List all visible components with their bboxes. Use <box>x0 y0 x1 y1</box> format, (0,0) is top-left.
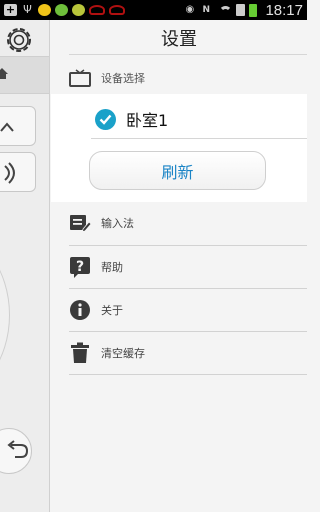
back-arrow-icon <box>7 440 29 458</box>
home-tab[interactable] <box>0 56 49 94</box>
keyboard-edit-icon <box>69 212 91 234</box>
help-icon: ? <box>69 256 91 278</box>
home-icon <box>0 68 8 79</box>
device-section-label: 设备选择 <box>101 72 145 85</box>
divider <box>91 138 307 139</box>
menu-item-label: 关于 <box>101 304 123 317</box>
battery-icon <box>249 3 258 17</box>
menu-item-input-method[interactable]: 输入法 <box>69 202 307 244</box>
sound-icon <box>4 162 15 184</box>
tv-icon <box>69 69 91 87</box>
chevron-up-icon <box>0 122 14 132</box>
direction-pad[interactable] <box>0 230 10 400</box>
app-icon <box>55 4 68 16</box>
eye-icon: ◉ <box>185 4 195 15</box>
menu-item-label: 输入法 <box>101 217 134 230</box>
status-bar: + Ψ ◉ N 18:17 <box>0 0 307 20</box>
divider <box>69 374 307 375</box>
menu-item-label: 清空缓存 <box>101 347 145 360</box>
volume-button[interactable] <box>0 152 36 192</box>
sim-icon <box>236 4 246 16</box>
menu-item-clear-cache[interactable]: 清空缓存 <box>69 332 307 374</box>
background-remote-screen <box>0 20 50 512</box>
app-icon <box>72 4 85 16</box>
back-button[interactable] <box>0 428 32 474</box>
car-icon <box>109 5 125 15</box>
nfc-icon: N <box>202 5 210 15</box>
device-name: 卧室1 <box>126 111 169 130</box>
info-icon <box>69 299 91 321</box>
plus-icon: + <box>4 3 17 16</box>
check-icon <box>95 108 116 130</box>
clock: 18:17 <box>265 1 303 19</box>
refresh-button-label: 刷新 <box>161 162 194 182</box>
device-item[interactable]: 卧室1 <box>95 106 168 132</box>
divider <box>69 54 307 55</box>
device-section-header: 设备选择 <box>69 66 145 90</box>
svg-text:?: ? <box>76 259 84 275</box>
settings-panel: 设置 设备选择 卧室1 刷新 输入法 ? 帮助 关于 清空缓存 <box>51 20 307 512</box>
usb-icon: Ψ <box>23 3 32 16</box>
menu-item-help[interactable]: ? 帮助 <box>69 246 307 288</box>
menu-item-label: 帮助 <box>101 261 123 274</box>
up-button[interactable] <box>0 106 36 146</box>
menu-item-about[interactable]: 关于 <box>69 289 307 331</box>
car-icon <box>89 5 105 15</box>
gear-icon[interactable] <box>4 25 34 55</box>
page-title: 设置 <box>161 29 197 50</box>
refresh-button[interactable]: 刷新 <box>89 151 266 190</box>
wifi-icon <box>219 5 233 19</box>
app-icon <box>38 4 51 16</box>
trash-icon <box>69 342 91 364</box>
